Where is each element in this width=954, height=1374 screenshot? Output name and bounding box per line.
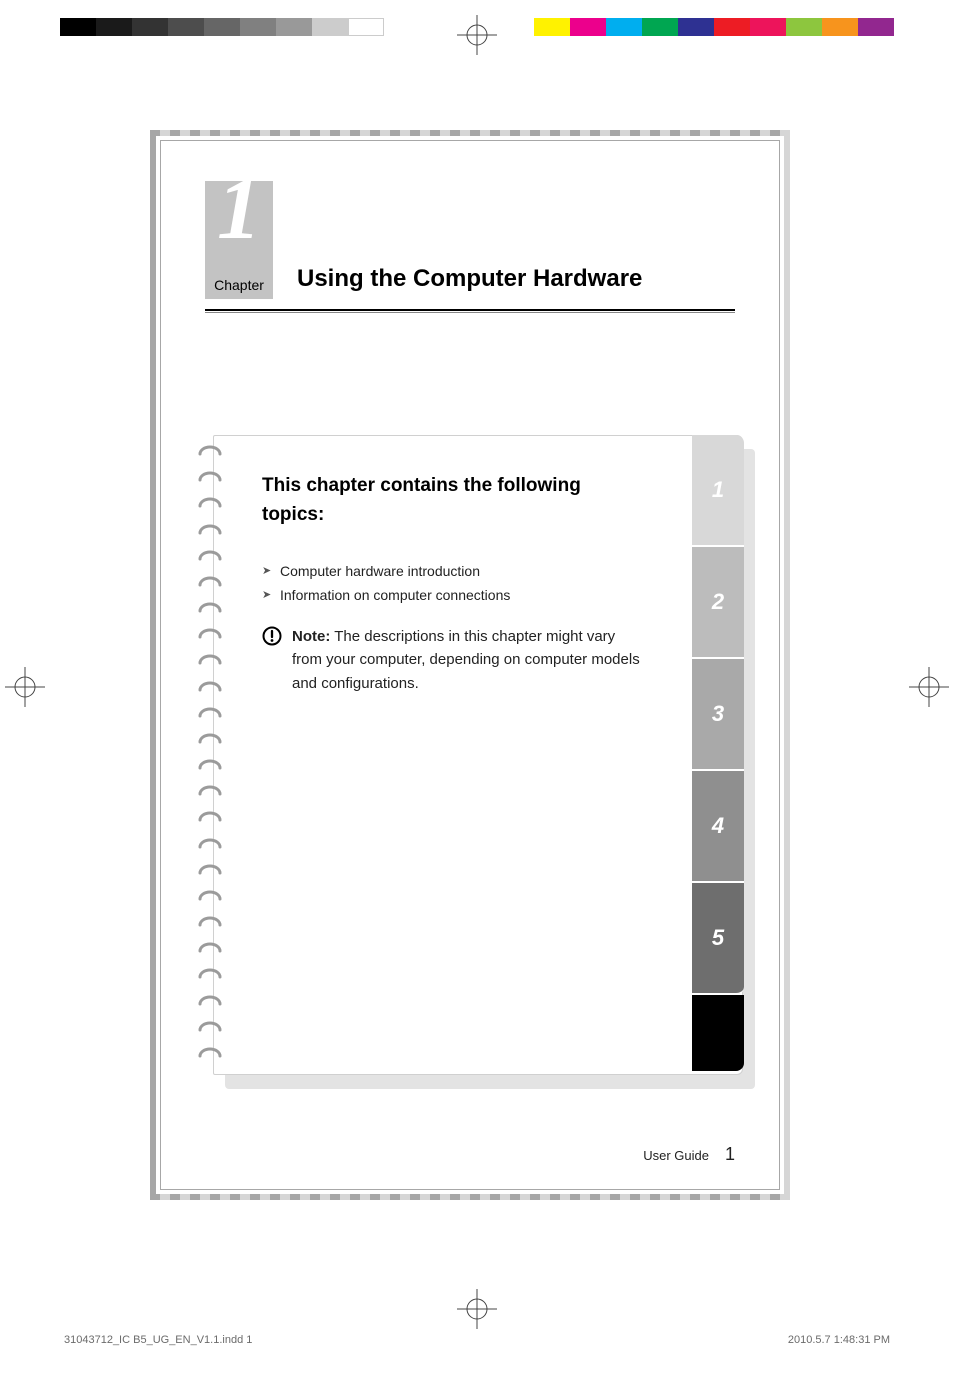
- page-number: 1: [725, 1144, 735, 1165]
- swatch: [348, 18, 384, 36]
- swatch: [240, 18, 276, 36]
- grayscale-swatches: [60, 18, 384, 36]
- swatch: [534, 18, 570, 36]
- swatch: [570, 18, 606, 36]
- tab: 3: [692, 659, 744, 771]
- tab: 5: [692, 883, 744, 995]
- note-text: Note: The descriptions in this chapter m…: [292, 625, 642, 695]
- source-file-label: 31043712_IC B5_UG_EN_V1.1.indd 1: [64, 1334, 252, 1346]
- swatch: [642, 18, 678, 36]
- registration-mark-icon: [5, 667, 45, 707]
- color-swatches: [534, 18, 894, 36]
- registration-mark-icon: [909, 667, 949, 707]
- book-title: User Guide: [643, 1148, 709, 1163]
- page-body: 1 Chapter Using the Computer Hardware: [160, 140, 780, 1190]
- registration-mark-icon: [457, 1289, 497, 1329]
- note-body: The descriptions in this chapter might v…: [292, 628, 640, 692]
- alert-icon: [262, 626, 282, 646]
- notebook-heading: This chapter contains the following topi…: [262, 472, 642, 529]
- swatch: [606, 18, 642, 36]
- tab: 4: [692, 771, 744, 883]
- notebook-page: This chapter contains the following topi…: [213, 435, 743, 1075]
- topics-list: Computer hardware introduction Informati…: [262, 563, 642, 603]
- swatch: [60, 18, 96, 36]
- chapter-title: Using the Computer Hardware: [297, 265, 735, 299]
- swatch: [168, 18, 204, 36]
- notebook-panel: This chapter contains the following topi…: [213, 435, 743, 1075]
- header-rule: [205, 309, 735, 313]
- section-tabs: 1 2 3 4 5: [692, 435, 744, 1071]
- note-label: Note:: [292, 628, 330, 645]
- swatch: [276, 18, 312, 36]
- swatch: [750, 18, 786, 36]
- note-callout: Note: The descriptions in this chapter m…: [262, 625, 642, 695]
- chapter-header: 1 Chapter Using the Computer Hardware: [205, 181, 735, 299]
- chapter-number-block: 1 Chapter: [205, 181, 273, 299]
- page-frame: 1 Chapter Using the Computer Hardware: [150, 130, 790, 1200]
- tab: 1: [692, 435, 744, 547]
- swatch: [858, 18, 894, 36]
- registration-mark-icon: [457, 15, 497, 55]
- swatch: [714, 18, 750, 36]
- swatch: [312, 18, 348, 36]
- swatch: [204, 18, 240, 36]
- swatch: [96, 18, 132, 36]
- swatch: [786, 18, 822, 36]
- chapter-label: Chapter: [214, 277, 264, 293]
- swatch: [822, 18, 858, 36]
- tab: 2: [692, 547, 744, 659]
- tab-spacer: [692, 995, 744, 1071]
- page-footer: User Guide 1: [643, 1144, 735, 1165]
- imposition-footer: 31043712_IC B5_UG_EN_V1.1.indd 1 2010.5.…: [64, 1334, 890, 1346]
- swatch: [132, 18, 168, 36]
- list-item: Information on computer connections: [262, 587, 642, 603]
- swatch: [678, 18, 714, 36]
- timestamp-label: 2010.5.7 1:48:31 PM: [788, 1334, 890, 1346]
- list-item: Computer hardware introduction: [262, 563, 642, 579]
- chapter-number: 1: [217, 175, 261, 245]
- spiral-binding-icon: [194, 444, 228, 1066]
